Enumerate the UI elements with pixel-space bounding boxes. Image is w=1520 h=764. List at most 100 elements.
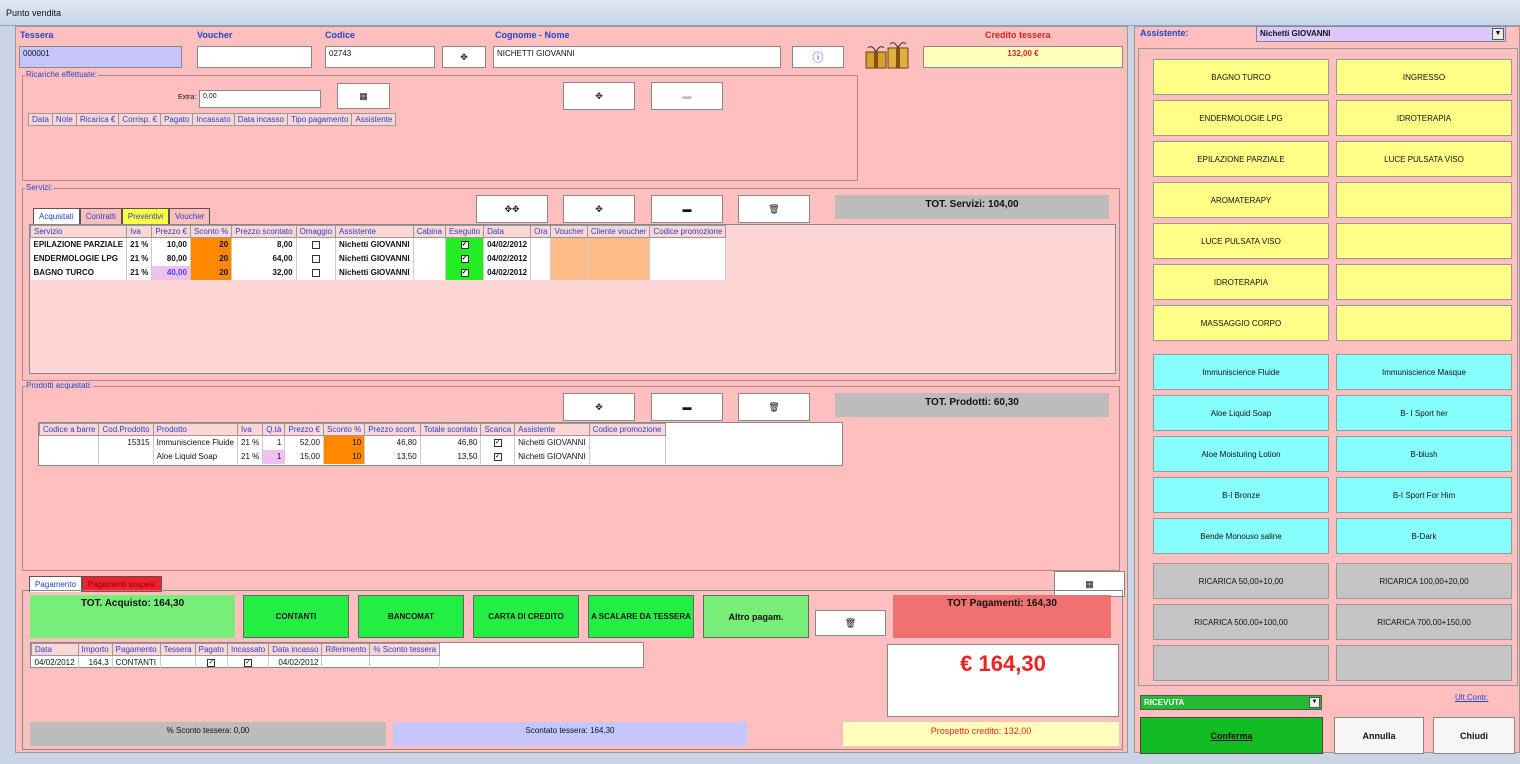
calculator-button[interactable]: ▦ bbox=[337, 83, 390, 109]
table-cell[interactable]: 1 bbox=[262, 449, 286, 464]
column-header[interactable]: Data bbox=[28, 113, 53, 126]
table-row[interactable]: BAGNO TURCO 21 % 40,00 20 32,00 Nichetti GIOV… bbox=[30, 265, 727, 280]
table-cell[interactable] bbox=[296, 265, 337, 280]
table-cell[interactable]: 04/02/2012 bbox=[483, 251, 532, 266]
table-cell[interactable]: 80,00 bbox=[151, 251, 191, 266]
table-cell[interactable]: 20 bbox=[190, 251, 233, 266]
table-cell[interactable]: EPILAZIONE PARZIALE bbox=[30, 237, 128, 252]
table-cell[interactable] bbox=[589, 435, 666, 450]
table-cell[interactable]: 164,3 bbox=[78, 655, 113, 670]
servizi-add-button[interactable]: ✥ bbox=[563, 195, 635, 223]
column-header[interactable]: Ora bbox=[530, 225, 552, 238]
service-quick-button[interactable] bbox=[1336, 305, 1512, 341]
table-cell[interactable] bbox=[369, 655, 441, 670]
checkbox-checked[interactable]: ✓ bbox=[207, 659, 216, 668]
ricarica-quick-button[interactable] bbox=[1153, 645, 1329, 681]
column-header[interactable]: Data bbox=[31, 643, 79, 656]
table-cell[interactable]: 21 % bbox=[126, 237, 153, 252]
servizi-remove-button[interactable]: ▬ bbox=[651, 195, 723, 223]
table-cell[interactable]: 10 bbox=[323, 435, 366, 450]
table-cell[interactable] bbox=[550, 251, 588, 266]
column-header[interactable]: Cabina bbox=[412, 225, 446, 238]
product-quick-button[interactable]: B-Dark bbox=[1336, 518, 1512, 554]
column-header[interactable]: Assistente bbox=[351, 113, 397, 126]
checkbox[interactable] bbox=[311, 268, 320, 277]
table-cell[interactable] bbox=[321, 655, 371, 670]
table-cell[interactable]: Nichetti GIOVANNI bbox=[514, 449, 590, 464]
table-cell[interactable]: 10,00 bbox=[151, 237, 191, 252]
table-cell[interactable] bbox=[649, 251, 727, 266]
nome-field[interactable]: NICHETTI GIOVANNI bbox=[493, 46, 781, 68]
checkbox[interactable] bbox=[311, 241, 320, 250]
product-quick-button[interactable]: Aloe Liquid Soap bbox=[1153, 395, 1329, 431]
chevron-down-icon[interactable]: ▼ bbox=[1492, 28, 1504, 40]
table-cell[interactable]: ✓ bbox=[445, 237, 485, 252]
column-header[interactable]: Pagamento bbox=[111, 643, 161, 656]
table-cell[interactable]: 40,00 bbox=[151, 265, 191, 280]
table-cell[interactable]: 21 % bbox=[126, 251, 153, 266]
table-cell[interactable]: ✓ bbox=[445, 265, 485, 280]
table-cell[interactable] bbox=[39, 435, 100, 450]
table-cell[interactable] bbox=[530, 251, 552, 266]
table-cell[interactable]: ✓ bbox=[480, 435, 516, 450]
service-quick-button[interactable]: MASSAGGIO CORPO bbox=[1153, 305, 1329, 341]
search-client-button[interactable]: ✥ bbox=[442, 46, 486, 68]
table-cell[interactable]: ✓ bbox=[195, 655, 228, 670]
servizi-delete-button[interactable]: 🗑 bbox=[738, 195, 810, 223]
tab-preventivi[interactable]: Preventivi bbox=[121, 208, 170, 224]
voucher-field[interactable] bbox=[197, 46, 312, 68]
column-header[interactable]: Incassato bbox=[226, 643, 270, 656]
table-cell[interactable] bbox=[587, 237, 651, 252]
table-cell[interactable]: Aloe Liquid Soap bbox=[153, 449, 239, 464]
service-quick-button[interactable]: IDROTERAPIA bbox=[1153, 264, 1329, 300]
ricarica-quick-button[interactable]: RICARICA 100,00+20,00 bbox=[1336, 563, 1512, 599]
table-cell[interactable] bbox=[550, 237, 588, 252]
product-quick-button[interactable]: B-I Sport For Him bbox=[1336, 477, 1512, 513]
column-header[interactable]: Cod.Prodotto bbox=[98, 423, 154, 436]
table-cell[interactable] bbox=[587, 251, 651, 266]
chevron-down-icon[interactable]: ▼ bbox=[1309, 697, 1320, 708]
column-header[interactable]: Tipo pagamento bbox=[286, 113, 353, 126]
annulla-button[interactable]: Annulla bbox=[1334, 717, 1424, 754]
checkbox-checked[interactable]: ✓ bbox=[244, 659, 253, 668]
table-cell[interactable]: ✓ bbox=[445, 251, 485, 266]
servizi-add-multi-button[interactable]: ✥✥ bbox=[476, 195, 548, 223]
table-cell[interactable]: Immuniscience Fluide bbox=[153, 435, 239, 450]
table-cell[interactable]: Nichetti GIOVANNI bbox=[335, 251, 414, 266]
column-header[interactable]: Ricarica € bbox=[75, 113, 120, 126]
table-cell[interactable]: ✓ bbox=[227, 655, 270, 670]
table-cell[interactable] bbox=[39, 449, 100, 464]
column-header[interactable]: Q.tà bbox=[262, 423, 286, 436]
checkbox-checked[interactable]: ✓ bbox=[493, 452, 502, 461]
table-cell[interactable]: BAGNO TURCO bbox=[30, 265, 128, 280]
product-quick-button[interactable]: Immuniscience Fluide bbox=[1153, 354, 1329, 390]
column-header[interactable]: Codice promozione bbox=[649, 225, 727, 238]
column-header[interactable]: Data bbox=[483, 225, 532, 238]
checkbox-checked[interactable]: ✓ bbox=[460, 254, 469, 263]
table-cell[interactable] bbox=[550, 265, 588, 280]
table-cell[interactable] bbox=[413, 265, 446, 280]
ricarica-quick-button[interactable]: RICARICA 700,00+150,00 bbox=[1336, 604, 1512, 640]
table-cell[interactable]: 20 bbox=[190, 265, 233, 280]
column-header[interactable]: Prezzo € bbox=[151, 225, 191, 238]
service-quick-button[interactable]: AROMATERAPY bbox=[1153, 182, 1329, 218]
chiudi-button[interactable]: Chiudi bbox=[1433, 717, 1515, 754]
table-cell[interactable] bbox=[296, 251, 337, 266]
table-cell[interactable] bbox=[296, 237, 337, 252]
column-header[interactable]: Assistente bbox=[335, 225, 414, 238]
tessera-field[interactable]: 000001 bbox=[19, 46, 182, 68]
column-header[interactable]: Pagato bbox=[160, 113, 194, 126]
table-cell[interactable]: 52,00 bbox=[284, 435, 324, 450]
column-header[interactable]: Servizio bbox=[29, 225, 128, 238]
table-cell[interactable]: 8,00 bbox=[231, 237, 297, 252]
product-quick-button[interactable]: B-I Bronze bbox=[1153, 477, 1329, 513]
column-header[interactable]: Prezzo scont. bbox=[364, 423, 421, 436]
ricarica-quick-button[interactable] bbox=[1336, 645, 1512, 681]
bancomat-button[interactable]: BANCOMAT bbox=[358, 595, 464, 638]
table-cell[interactable]: 13,50 bbox=[364, 449, 421, 464]
product-quick-button[interactable]: Aloe Moisturing Lotion bbox=[1153, 436, 1329, 472]
ult-contr-link[interactable]: Ult.Contr. bbox=[1455, 693, 1488, 702]
table-row[interactable]: ENDERMOLOGIE LPG 21 % 80,00 20 64,00 Nichetti… bbox=[30, 251, 727, 266]
gift-icon[interactable] bbox=[862, 40, 912, 70]
column-header[interactable]: Codice a barre bbox=[38, 423, 100, 436]
